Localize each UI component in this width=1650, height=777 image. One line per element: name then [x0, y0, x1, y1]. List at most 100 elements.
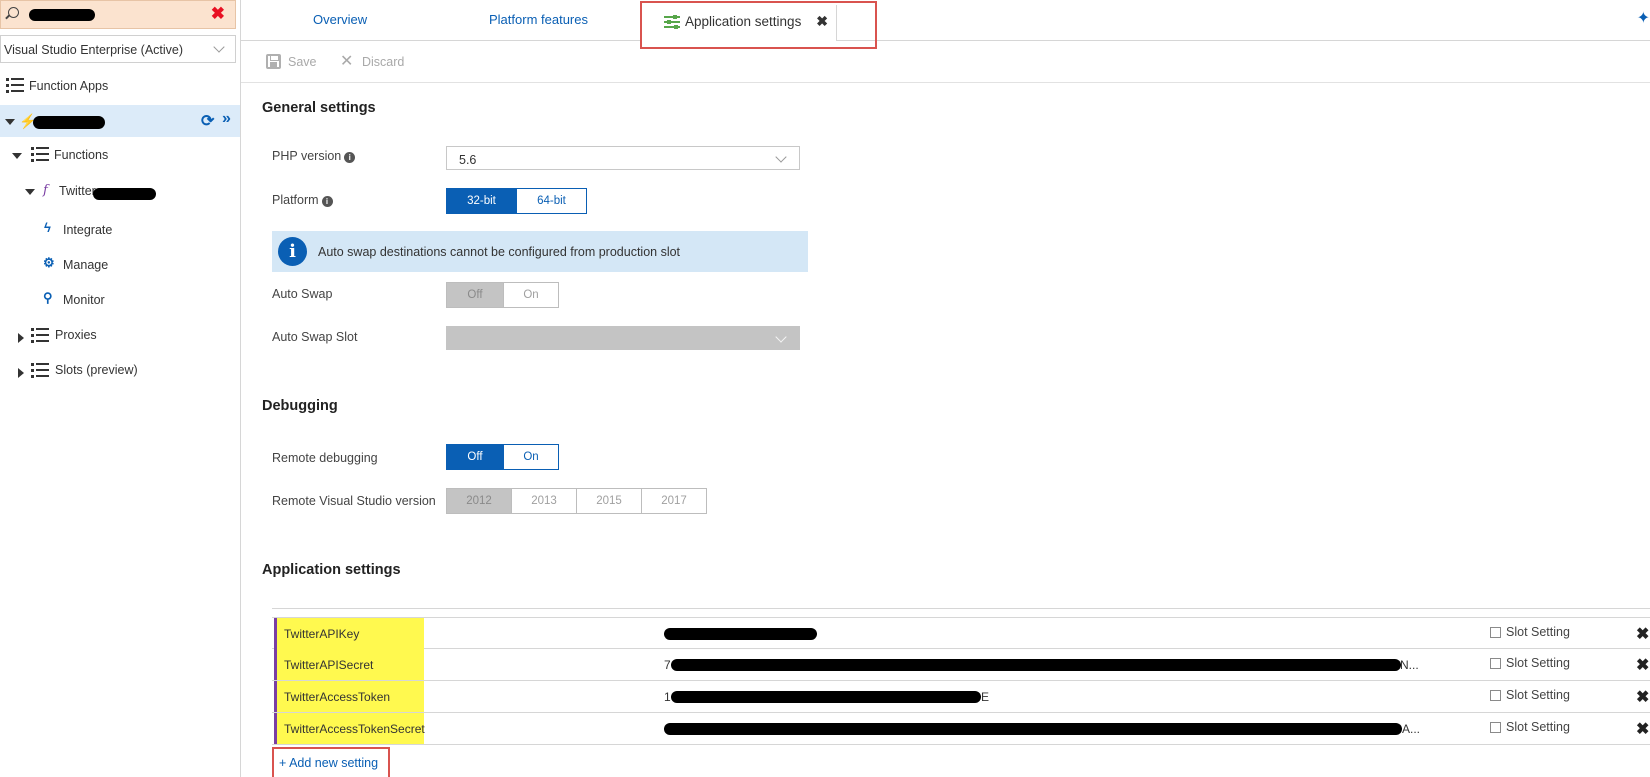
setting-key: TwitterAccessTokenSecret [284, 722, 425, 736]
sidebar-item-label: Function Apps [29, 79, 109, 93]
refresh-icon[interactable]: ⟳ [201, 111, 214, 131]
setting-key-cell[interactable]: TwitterAPIKey [274, 618, 424, 649]
slot-setting-checkbox[interactable] [1490, 658, 1501, 669]
subscription-select[interactable]: Visual Studio Enterprise (Active) [0, 35, 236, 63]
save-button[interactable]: Save [288, 55, 317, 69]
slot-setting-checkbox[interactable] [1490, 722, 1501, 733]
auto-swap-on-option[interactable]: On [504, 282, 559, 308]
general-settings-title: General settings [262, 100, 376, 116]
delete-setting-icon[interactable]: ✖ [1636, 687, 1649, 707]
php-version-select[interactable]: 5.6 [446, 146, 800, 170]
table-row: TwitterAPIKey Slot Setting ✖ [272, 617, 1650, 649]
chevron-down-icon [775, 151, 787, 163]
php-version-label: PHP version i [272, 149, 356, 163]
setting-value-suffix: A... [1402, 722, 1421, 736]
table-row: TwitterAccessTokenSecret A... Slot Setti… [272, 713, 1650, 745]
vs-2012-option[interactable]: 2012 [446, 488, 512, 514]
table-row: TwitterAccessToken 1 E Slot Setting ✖ [272, 681, 1650, 713]
remote-debugging-on-option[interactable]: On [504, 444, 559, 470]
sidebar-item-proxies[interactable]: Proxies [0, 321, 240, 355]
delete-setting-icon[interactable]: ✖ [1636, 719, 1649, 739]
sidebar-item-function-app[interactable]: ⚡ ⟳ » [0, 105, 240, 137]
list-icon [6, 78, 24, 94]
setting-key-cell[interactable]: TwitterAccessTokenSecret [274, 713, 425, 744]
vs-version-label: Remote Visual Studio version [272, 494, 436, 508]
platform-64bit-option[interactable]: 64-bit [517, 188, 587, 214]
list-icon [31, 363, 49, 379]
remote-debugging-label: Remote debugging [272, 451, 378, 465]
setting-key-cell[interactable]: TwitterAccessToken [274, 681, 424, 712]
magnifier-icon: ⚲ [43, 290, 53, 305]
delete-setting-icon[interactable]: ✖ [1636, 655, 1649, 675]
php-version-value: 5.6 [459, 153, 477, 167]
vs-2013-option[interactable]: 2013 [512, 488, 577, 514]
app-settings-table: TwitterAPIKey Slot Setting ✖ TwitterAPIS… [272, 608, 1650, 745]
slot-setting-label: Slot Setting [1506, 720, 1570, 734]
auto-swap-label: Auto Swap [272, 287, 333, 301]
sidebar-item-slots[interactable]: Slots (preview) [0, 356, 240, 390]
delete-setting-icon[interactable]: ✖ [1636, 624, 1649, 644]
setting-value-prefix: 7 [664, 658, 671, 672]
slot-setting-label: Slot Setting [1506, 688, 1570, 702]
setting-value-prefix: 1 [664, 690, 671, 704]
slot-setting-checkbox[interactable] [1490, 627, 1501, 638]
remote-debugging-toggle: Off On [446, 444, 559, 470]
close-icon[interactable]: ✖ [211, 4, 225, 24]
sidebar-item-label: Manage [63, 258, 109, 272]
function-icon: f [43, 183, 48, 198]
vs-2015-option[interactable]: 2015 [577, 488, 642, 514]
setting-key-cell[interactable]: TwitterAPISecret [274, 649, 424, 680]
platform-label: Platform i [272, 193, 333, 207]
save-icon [266, 54, 281, 69]
sidebar-item-functions[interactable]: Functions [0, 138, 240, 172]
redacted-text [29, 9, 95, 21]
command-bar: Save ✕ Discard [241, 42, 1650, 83]
auto-swap-off-option[interactable]: Off [446, 282, 504, 308]
expand-icon[interactable] [5, 119, 15, 125]
platform-toggle: 32-bit 64-bit [446, 188, 587, 214]
sidebar-item-integrate[interactable]: ϟ Integrate [0, 219, 240, 253]
expand-icon[interactable] [12, 153, 22, 159]
sidebar-item-label: Integrate [63, 223, 113, 237]
slot-setting-label: Slot Setting [1506, 625, 1570, 639]
expand-icon[interactable] [25, 189, 35, 195]
remote-debugging-off-option[interactable]: Off [446, 444, 504, 470]
info-icon: i [321, 196, 333, 207]
double-chevron-icon[interactable]: » [222, 110, 231, 128]
slot-setting-checkbox[interactable] [1490, 690, 1501, 701]
vs-2017-option[interactable]: 2017 [642, 488, 707, 514]
tab-overview[interactable]: Overview [313, 12, 367, 27]
sidebar-item-function-apps[interactable]: Function Apps [0, 69, 240, 103]
sidebar-item-manage[interactable]: ⚙ Manage [0, 254, 240, 288]
sidebar-item-label: Twitter [59, 184, 96, 198]
sidebar-item-twitter-function[interactable]: f Twitter [0, 174, 240, 208]
expand-icon[interactable] [18, 333, 24, 343]
setting-key: TwitterAPISecret [284, 658, 374, 672]
redacted-value [671, 659, 1401, 671]
info-icon: i [344, 152, 356, 163]
sidebar-item-label: Functions [54, 148, 109, 162]
pin-icon[interactable]: ✦ [1637, 8, 1650, 28]
redacted-value [664, 723, 1402, 735]
redacted-value [671, 691, 981, 703]
tab-platform-features[interactable]: Platform features [489, 12, 588, 27]
redacted-value [664, 628, 817, 640]
discard-button[interactable]: Discard [362, 55, 404, 69]
resource-search-box[interactable]: ✖ [0, 0, 236, 29]
chevron-down-icon [213, 41, 225, 53]
chevron-down-icon [775, 331, 787, 343]
annotation-highlight-add [272, 747, 390, 777]
table-row: TwitterAPISecret 7 N... Slot Setting ✖ [272, 649, 1650, 681]
redacted-text [33, 116, 105, 129]
setting-key: TwitterAPIKey [284, 627, 360, 641]
sidebar-item-monitor[interactable]: ⚲ Monitor [0, 289, 240, 323]
sidebar: ✖ Visual Studio Enterprise (Active) Func… [0, 0, 241, 777]
auto-swap-slot-label: Auto Swap Slot [272, 330, 358, 344]
subscription-label: Visual Studio Enterprise (Active) [4, 43, 184, 57]
setting-value-suffix: E [981, 690, 990, 704]
auto-swap-slot-select[interactable] [446, 326, 800, 350]
info-banner-text: Auto swap destinations cannot be configu… [318, 245, 681, 259]
sidebar-item-label: Proxies [55, 328, 97, 342]
platform-32bit-option[interactable]: 32-bit [446, 188, 517, 214]
expand-icon[interactable] [18, 368, 24, 378]
